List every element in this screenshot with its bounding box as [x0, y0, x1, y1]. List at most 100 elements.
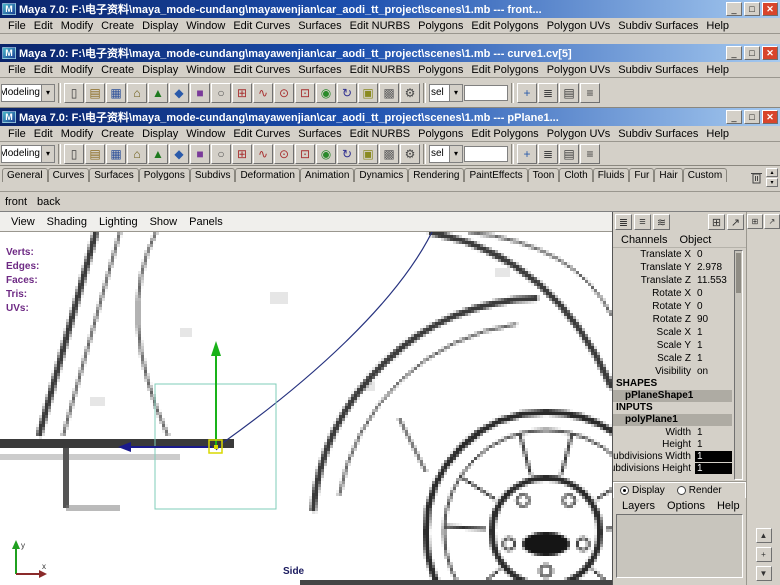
trash-icon[interactable]	[750, 170, 763, 185]
menu-item[interactable]: Create	[97, 128, 138, 140]
menu-item[interactable]: File	[4, 20, 30, 32]
panel-menu-item[interactable]: View	[5, 216, 41, 228]
shelf-tab[interactable]: Fur	[629, 168, 655, 182]
shelf-tab[interactable]: Deformation	[235, 168, 300, 182]
snap-point-icon[interactable]: ⊙	[274, 82, 294, 103]
pointer-icon[interactable]: ↗	[727, 214, 744, 230]
maximize-button[interactable]: □	[744, 46, 760, 60]
menu-item[interactable]: Surfaces	[294, 64, 345, 76]
shape-node-item[interactable]: pPlaneShape1	[613, 390, 732, 402]
panel-menu-item[interactable]: Shading	[41, 216, 93, 228]
snap-curve-icon[interactable]: ∿	[253, 82, 273, 103]
save-scene-icon[interactable]: ▦	[106, 82, 126, 103]
menu-item[interactable]: Polygons	[414, 128, 467, 140]
channel-value-field[interactable]: on	[695, 366, 732, 377]
display-layers-radio[interactable]: Display	[620, 485, 665, 496]
close-button[interactable]: ✕	[762, 2, 778, 16]
menu-item[interactable]: Edit Polygons	[467, 64, 542, 76]
select-hierarchy-icon[interactable]: ⌂	[127, 143, 147, 164]
menu-item[interactable]: Help	[702, 128, 733, 140]
make-live-icon[interactable]: ◉	[316, 82, 336, 103]
layout-tab[interactable]: back	[37, 196, 60, 208]
channel-value-field[interactable]: 1	[695, 327, 732, 338]
shelf-tab[interactable]: Fluids	[592, 168, 630, 182]
channel-value-field[interactable]: 0	[695, 249, 732, 260]
close-button[interactable]: ✕	[762, 46, 778, 60]
construction-history-icon[interactable]: ↻	[337, 143, 357, 164]
menu-item[interactable]: Subdiv Surfaces	[614, 128, 702, 140]
layer-menu-item[interactable]: Options	[662, 500, 710, 512]
menu-item[interactable]: Edit Curves	[229, 128, 294, 140]
layer-editor-toggle-icon[interactable]: ▤	[559, 82, 579, 103]
menu-item[interactable]: Modify	[57, 20, 97, 32]
channel-value-field[interactable]: 1	[695, 340, 732, 351]
shelf-tab[interactable]: Toon	[527, 168, 560, 182]
channel-value-field[interactable]: 11.553	[695, 275, 732, 286]
minimize-button[interactable]: _	[726, 2, 742, 16]
move-manipulator-x-arrow-icon[interactable]	[118, 442, 131, 452]
panel-layout-icon[interactable]: ⊞	[747, 214, 763, 229]
open-scene-icon[interactable]: ▤	[85, 143, 105, 164]
channel-speed-icon[interactable]: ≡	[634, 214, 651, 230]
shelf-tab[interactable]: Polygons	[138, 168, 190, 182]
menu-item[interactable]: Subdiv Surfaces	[614, 64, 702, 76]
shelf-tab[interactable]: Subdivs	[189, 168, 236, 182]
pointer-icon[interactable]: ↗	[764, 214, 780, 229]
render-globals-icon[interactable]: ⚙	[400, 143, 420, 164]
panel-menu-item[interactable]: Show	[144, 216, 184, 228]
channel-value-field[interactable]: 1	[695, 353, 732, 364]
select-object-icon[interactable]: ▲	[148, 143, 168, 164]
construction-history-icon[interactable]: ↻	[337, 82, 357, 103]
snap-view-plane-icon[interactable]: ⊡	[295, 143, 315, 164]
channel-box-menu-item[interactable]: Channels	[617, 234, 671, 246]
menu-item[interactable]: Polygon UVs	[543, 64, 615, 76]
quick-select-dropdown[interactable]: sel ▾	[429, 83, 463, 102]
layer-editor-toggle-icon[interactable]: ▤	[559, 143, 579, 164]
shelf-tab[interactable]: Dynamics	[354, 168, 409, 182]
select-object-icon[interactable]: ▲	[148, 82, 168, 103]
menu-item[interactable]: Display	[138, 128, 182, 140]
make-live-icon[interactable]: ◉	[316, 143, 336, 164]
snap-grid-icon[interactable]: ⊞	[232, 82, 252, 103]
open-scene-icon[interactable]: ▤	[85, 82, 105, 103]
channel-value-field[interactable]: 1	[695, 450, 732, 462]
scroll-down-icon[interactable]: ▼	[755, 566, 772, 581]
menu-item[interactable]: Edit	[30, 128, 57, 140]
shelf-tab[interactable]: Rendering	[408, 168, 465, 182]
menu-item[interactable]: Edit NURBS	[346, 128, 415, 140]
menu-item[interactable]: Subdiv Surfaces	[614, 20, 702, 32]
quick-select-dropdown[interactable]: sel ▾	[429, 144, 463, 163]
menu-item[interactable]: Edit	[30, 64, 57, 76]
channel-box-toggle-icon[interactable]: ≣	[538, 82, 558, 103]
panel-layout-icon[interactable]: ⊞	[708, 214, 725, 230]
menu-item[interactable]: Modify	[57, 64, 97, 76]
window1-titlebar[interactable]: M Maya 7.0: F:\电子资料\maya_mode-cundang\ma…	[0, 0, 780, 18]
lasso-select-icon[interactable]: ○	[211, 82, 231, 103]
render-layers-radio[interactable]: Render	[676, 485, 722, 496]
snap-curve-icon[interactable]: ∿	[253, 143, 273, 164]
channel-box-menu-item[interactable]: Object	[675, 234, 715, 246]
window3-titlebar[interactable]: M Maya 7.0: F:\电子资料\maya_mode-cundang\ma…	[0, 108, 780, 126]
shelf-scroll-down-icon[interactable]: ▾	[766, 178, 778, 187]
minimize-button[interactable]: _	[726, 110, 742, 124]
layer-list[interactable]	[616, 514, 743, 578]
menu-set-dropdown[interactable]: Modeling ▾	[1, 144, 55, 163]
show-manipulator-icon[interactable]: +	[517, 82, 537, 103]
menu-item[interactable]: Polygons	[414, 64, 467, 76]
menu-item[interactable]: Edit Curves	[229, 20, 294, 32]
channel-value-field[interactable]: 1	[695, 462, 732, 474]
select-hierarchy-icon[interactable]: ⌂	[127, 82, 147, 103]
selected-cv[interactable]	[214, 445, 218, 449]
layout-tab[interactable]: front	[5, 196, 27, 208]
layer-menu-item[interactable]: Layers	[617, 500, 660, 512]
menu-item[interactable]: Help	[702, 64, 733, 76]
menu-item[interactable]: Polygons	[414, 20, 467, 32]
shelf-tab[interactable]: Curves	[47, 168, 90, 182]
menu-item[interactable]: Window	[182, 20, 229, 32]
menu-item[interactable]: File	[4, 128, 30, 140]
channel-box-scrollbar[interactable]	[734, 250, 743, 480]
menu-item[interactable]: Modify	[57, 128, 97, 140]
layer-menu-item[interactable]: Help	[712, 500, 745, 512]
viewport[interactable]: Verts: Edges: Faces: Tris: UVs: y x Side	[0, 232, 612, 585]
select-faces-icon[interactable]: ■	[190, 82, 210, 103]
